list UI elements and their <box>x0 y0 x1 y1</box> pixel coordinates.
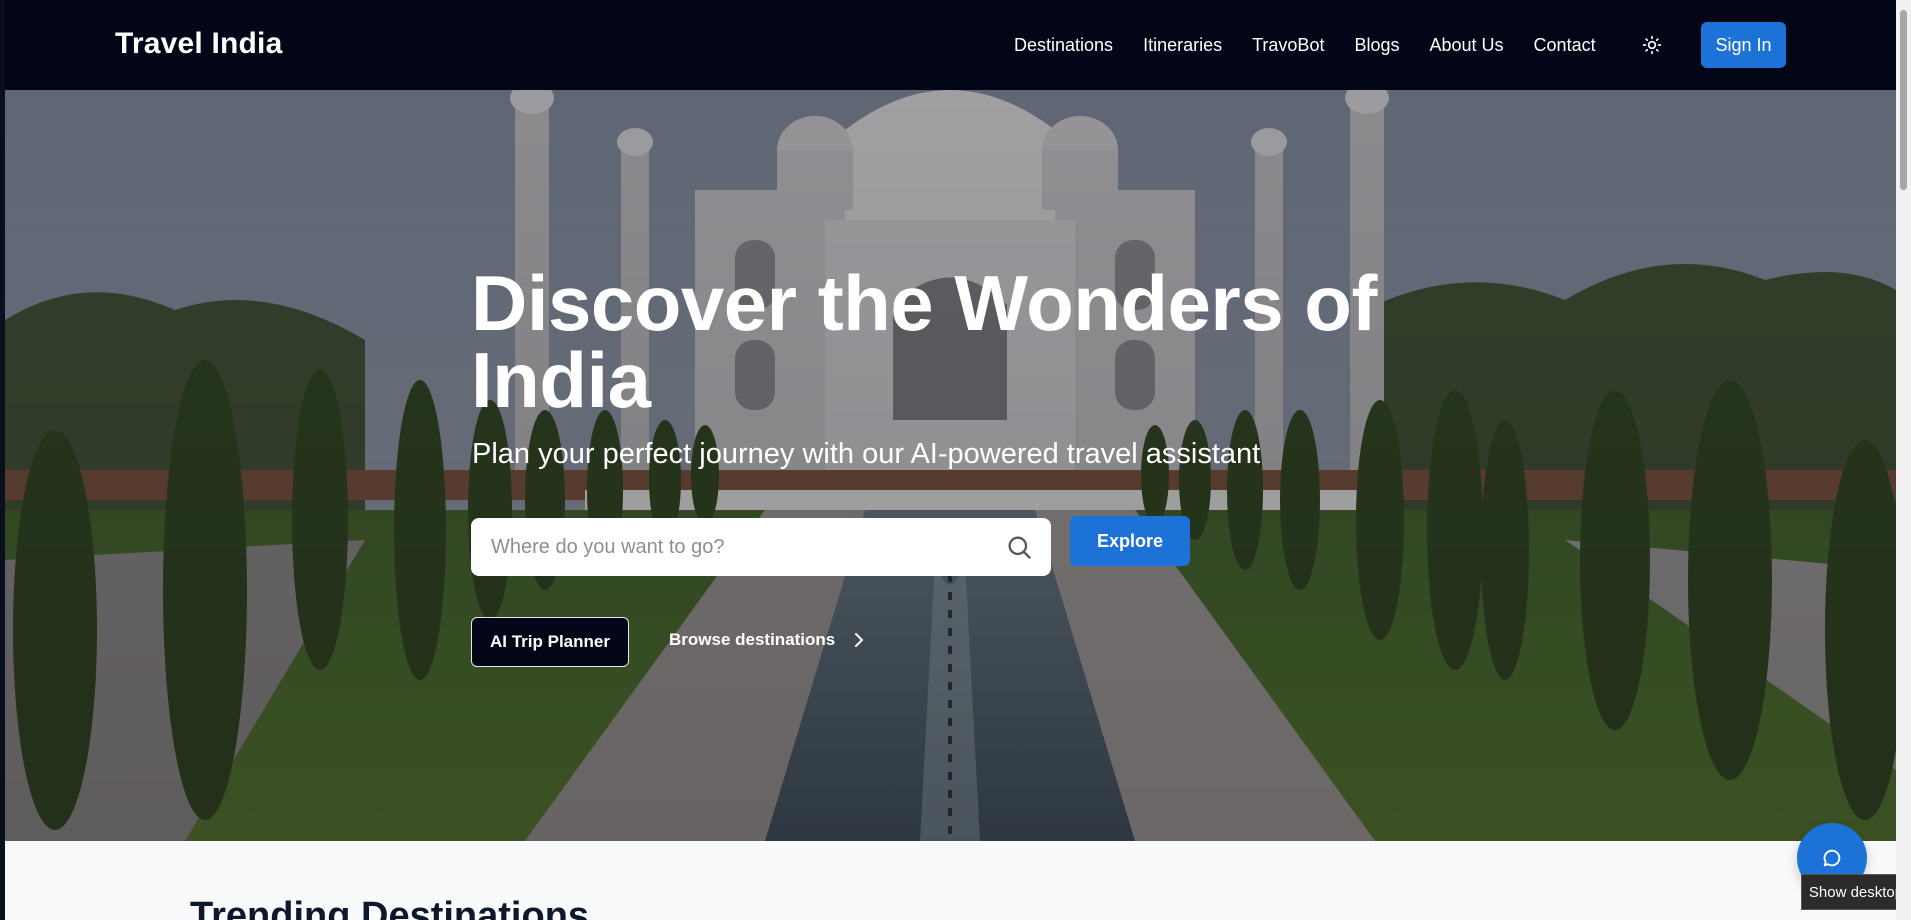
search-icon[interactable] <box>1005 533 1033 561</box>
nav-link-destinations[interactable]: Destinations <box>1014 35 1113 56</box>
hero-title: Discover the Wonders of India <box>471 259 1377 424</box>
hero-subtitle: Plan your perfect journey with our AI-po… <box>472 438 1261 470</box>
nav-link-blogs[interactable]: Blogs <box>1354 35 1399 56</box>
chat-icon <box>1823 849 1841 867</box>
browse-destinations-link[interactable]: Browse destinations <box>669 630 865 650</box>
explore-button[interactable]: Explore <box>1070 516 1190 566</box>
nav-link-itineraries[interactable]: Itineraries <box>1143 35 1222 56</box>
trending-destinations-title: Trending Destinations <box>190 895 590 920</box>
brand-logo[interactable]: Travel India <box>115 27 282 61</box>
show-desktop-tooltip: Show desktop <box>1801 874 1911 910</box>
nav-links: Destinations Itineraries TravoBot Blogs … <box>1014 35 1626 56</box>
ai-trip-planner-button[interactable]: AI Trip Planner <box>471 617 629 667</box>
destination-search-input[interactable] <box>471 518 991 576</box>
browse-destinations-label: Browse destinations <box>669 630 836 649</box>
page-scrollbar[interactable] <box>1896 0 1911 920</box>
nav-link-travobot[interactable]: TravoBot <box>1252 35 1324 56</box>
nav-link-contact[interactable]: Contact <box>1534 35 1596 56</box>
hero-section: Discover the Wonders of India Plan your … <box>5 90 1896 841</box>
sun-icon <box>1642 35 1662 55</box>
top-navbar: Travel India Destinations Itineraries Tr… <box>5 0 1896 90</box>
destination-search-box <box>471 518 1051 576</box>
scrollbar-thumb[interactable] <box>1900 10 1907 190</box>
chevron-right-icon <box>855 633 864 647</box>
sign-in-button[interactable]: Sign In <box>1701 22 1786 68</box>
theme-toggle-button[interactable] <box>1639 32 1665 58</box>
nav-link-about-us[interactable]: About Us <box>1430 35 1504 56</box>
